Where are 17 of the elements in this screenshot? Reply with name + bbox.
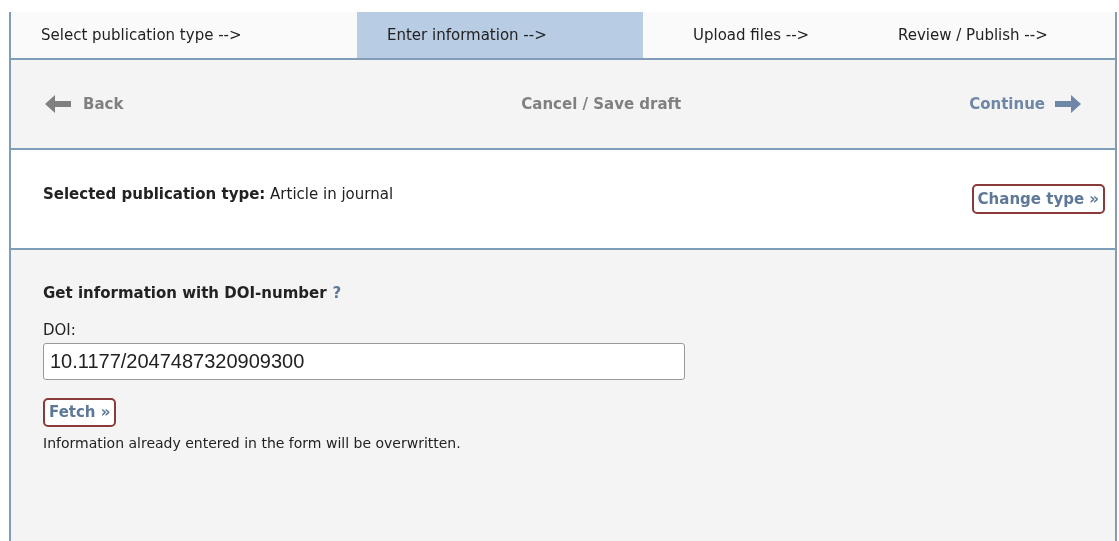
fetch-button[interactable]: Fetch » bbox=[43, 398, 117, 427]
cancel-save-draft-link[interactable]: Cancel / Save draft bbox=[521, 92, 682, 116]
help-link[interactable]: ? bbox=[332, 282, 342, 305]
field-label: DOI: bbox=[43, 319, 76, 341]
step-tab[interactable]: Enter information --> bbox=[357, 12, 643, 58]
selected-type-text: Selected publication type: Article in journal bbox=[43, 183, 394, 205]
step-tab[interactable]: Review / Publish --> bbox=[868, 12, 1115, 58]
change-type-button[interactable]: Change type » bbox=[971, 183, 1105, 215]
overwrite-note: Information already entered in the form will be overwritten. bbox=[43, 433, 461, 453]
arrow-right-icon bbox=[1055, 95, 1081, 113]
arrow-left-icon bbox=[45, 95, 71, 113]
continue-button[interactable]: Continue bbox=[969, 92, 1081, 116]
step-tab[interactable]: Select publication type --> bbox=[11, 12, 357, 58]
back-button[interactable]: Back bbox=[45, 92, 124, 116]
step-tab[interactable]: Upload files --> bbox=[643, 12, 868, 58]
doi-input-field[interactable]: 10.1177/2047487320909300 bbox=[43, 343, 685, 380]
section-heading: Get information with DOI-number bbox=[43, 283, 327, 304]
